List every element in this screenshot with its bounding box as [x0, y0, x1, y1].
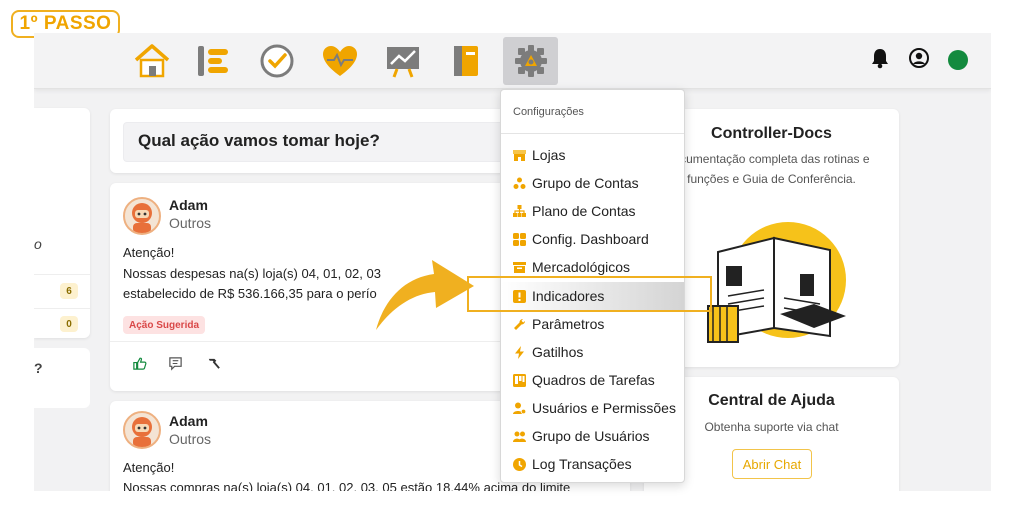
menu-item-label: Quadros de Tarefas — [532, 372, 655, 388]
menu-item-parametros[interactable]: Parâmetros — [501, 311, 684, 337]
open-chat-button[interactable]: Abrir Chat — [732, 449, 812, 479]
book-icon[interactable] — [444, 39, 488, 83]
home-icon[interactable] — [130, 39, 174, 83]
menu-item-quadros-de-tarefas[interactable]: Quadros de Tarefas — [501, 367, 684, 393]
top-navbar — [34, 33, 991, 89]
avatar[interactable] — [123, 197, 161, 235]
post-line: Atenção! — [123, 245, 175, 260]
left-panel-card: o 6 0 — [34, 108, 90, 338]
avatar[interactable] — [123, 411, 161, 449]
left-partial-text: o — [34, 236, 42, 252]
menu-item-label: Grupo de Contas — [532, 175, 639, 191]
left-panel-card-2: ? — [34, 348, 90, 408]
menu-item-label: Parâmetros — [532, 316, 605, 332]
menu-item-plano-de-contas[interactable]: Plano de Contas — [501, 198, 684, 224]
status-online-dot — [948, 50, 968, 70]
post-category: Outros — [169, 431, 212, 447]
hammer-icon[interactable] — [206, 356, 222, 372]
users-group-icon — [513, 430, 526, 443]
suggested-action-tag: Ação Sugerida — [123, 316, 206, 334]
divider — [501, 133, 684, 134]
menu-item-config-dashboard[interactable]: Config. Dashboard — [501, 226, 684, 252]
post-line: Atenção! — [123, 460, 175, 475]
bolt-icon — [513, 345, 526, 359]
menu-item-label: Log Transações — [532, 456, 632, 472]
menu-item-grupo-de-contas[interactable]: Grupo de Contas — [501, 170, 684, 196]
box-icon — [513, 261, 526, 274]
menu-item-label: Lojas — [532, 147, 566, 163]
gear-icon[interactable] — [503, 37, 558, 85]
dropdown-header: Configurações — [513, 106, 584, 118]
menu-item-label: Usuários e Permissões — [532, 400, 676, 416]
menu-item-grupo-de-usuarios[interactable]: Grupo de Usuários — [501, 423, 684, 449]
menu-item-gatilhos[interactable]: Gatilhos — [501, 339, 684, 365]
book-illustration — [707, 222, 846, 343]
hierarchy-icon — [513, 204, 526, 218]
bell-icon[interactable] — [870, 47, 890, 74]
like-icon[interactable] — [132, 356, 148, 372]
post-line: Nossas despesas na(s) loja(s) 04, 01, 02… — [123, 266, 381, 281]
heart-icon[interactable] — [318, 39, 362, 83]
menu-item-usuarios-e-permissoes[interactable]: Usuários e Permissões — [501, 395, 684, 421]
list-icon[interactable] — [192, 39, 236, 83]
menu-item-label: Plano de Contas — [532, 203, 636, 219]
menu-item-label: Mercadológicos — [532, 259, 631, 275]
post-category: Outros — [169, 215, 212, 231]
user-permissions-icon — [513, 402, 526, 415]
tutorial-highlight-box — [467, 276, 712, 312]
check-icon[interactable] — [255, 39, 299, 83]
user-profile-icon[interactable] — [908, 47, 930, 74]
count-badge: 6 — [60, 283, 78, 299]
chart-icon[interactable] — [381, 39, 425, 83]
post-author[interactable]: Adam — [169, 197, 208, 213]
menu-item-label: Grupo de Usuários — [532, 428, 650, 444]
post-line: estabelecido de R$ 536.166,35 para o per… — [123, 286, 377, 301]
menu-item-lojas[interactable]: Lojas — [501, 142, 684, 168]
dashboard-icon — [513, 232, 526, 246]
divider — [34, 274, 90, 275]
post-author[interactable]: Adam — [169, 413, 208, 429]
menu-item-log-transacoes[interactable]: Log Transações — [501, 451, 684, 477]
account-group-icon — [513, 177, 526, 190]
comment-icon[interactable] — [168, 356, 184, 372]
tutorial-arrow-icon — [376, 260, 474, 330]
store-icon — [513, 149, 526, 162]
left-partial-text: ? — [34, 360, 43, 376]
menu-item-label: Config. Dashboard — [532, 231, 649, 247]
menu-item-label: Gatilhos — [532, 344, 584, 360]
wrench-icon — [513, 318, 526, 331]
clock-icon — [513, 457, 526, 471]
task-board-icon — [513, 373, 526, 387]
divider — [34, 308, 90, 309]
screenshot-stage: 1º PASSO o 6 0 ? Qual ação vamos tomar h… — [0, 0, 1024, 523]
count-badge: 0 — [60, 316, 78, 332]
